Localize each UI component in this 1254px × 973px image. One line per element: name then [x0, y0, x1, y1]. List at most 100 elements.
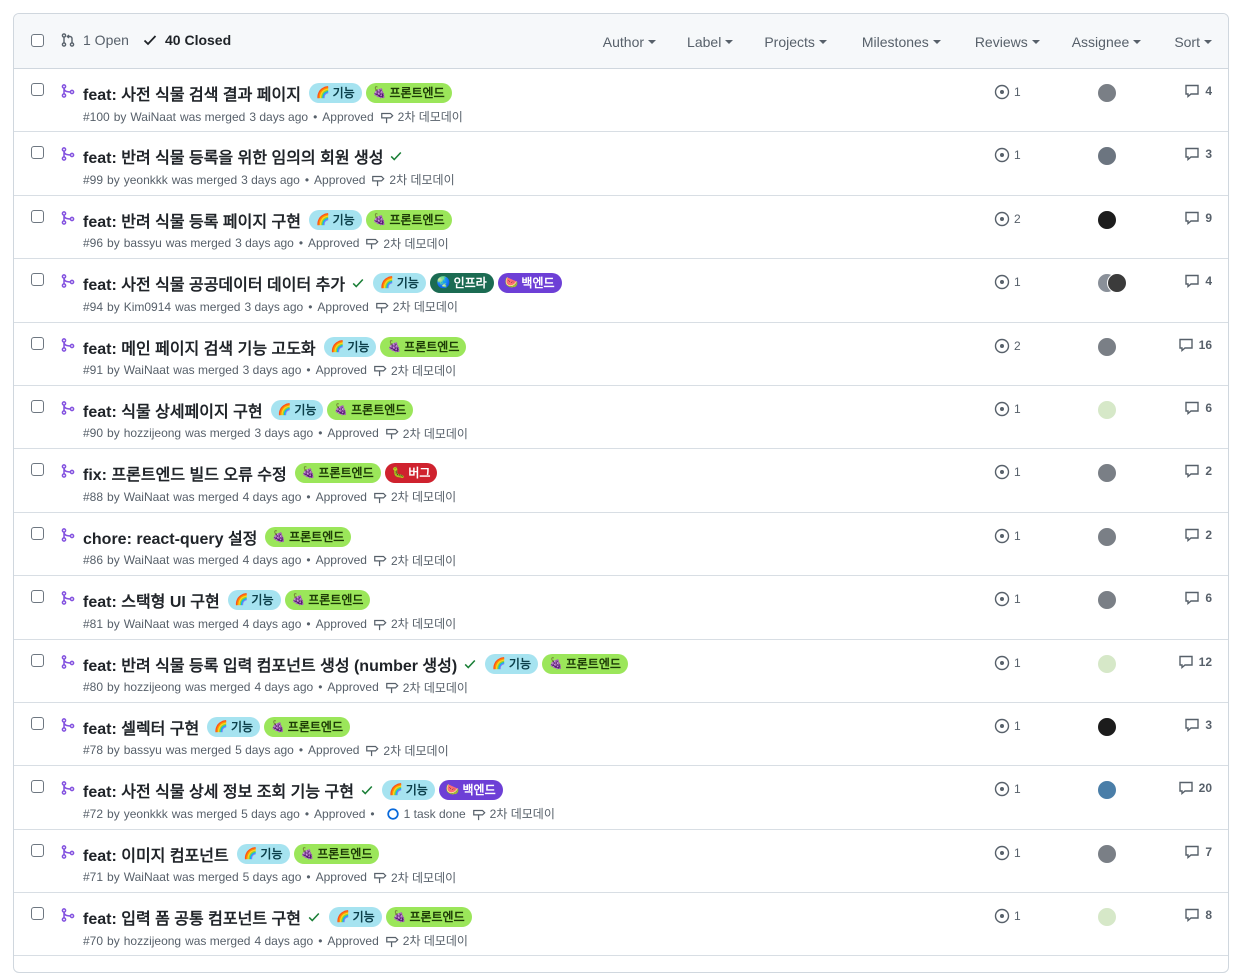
row-checkbox[interactable]: [31, 273, 44, 287]
avatar[interactable]: [1097, 907, 1117, 928]
assignee-filter[interactable]: Assignee: [1072, 34, 1142, 50]
milestone-link[interactable]: 2차 데모데이: [403, 679, 468, 696]
milestone-link[interactable]: 2차 데모데이: [393, 298, 458, 315]
linked-reviews[interactable]: 1: [994, 845, 1021, 861]
row-checkbox[interactable]: [31, 463, 44, 477]
label-frontend[interactable]: 🍇 프론트엔드: [542, 653, 628, 674]
linked-reviews[interactable]: 1: [994, 274, 1021, 290]
comments-link[interactable]: 6: [1184, 400, 1212, 416]
pr-title-link[interactable]: feat: 사전 식물 공공데이터 데이터 추가: [83, 271, 345, 295]
linked-reviews[interactable]: 1: [994, 781, 1021, 797]
comments-link[interactable]: 2: [1184, 527, 1212, 543]
comments-link[interactable]: 20: [1178, 780, 1212, 796]
author-link[interactable]: WaiNaat: [124, 553, 170, 567]
status-check-icon[interactable]: [351, 276, 365, 290]
pr-title-link[interactable]: feat: 사전 식물 검색 결과 페이지: [83, 81, 301, 105]
label-feature[interactable]: 🌈 기능: [373, 273, 426, 294]
label-backend[interactable]: 🍉 백엔드: [497, 273, 562, 294]
milestone-link[interactable]: 2차 데모데이: [389, 171, 454, 188]
avatar[interactable]: [1097, 843, 1117, 864]
table-row[interactable]: feat: 사전 식물 상세 정보 조회 기능 구현 🌈 기능 🍉 백엔드 #72 b…: [14, 766, 1228, 830]
label-frontend[interactable]: 🍇 프론트엔드: [264, 716, 350, 737]
row-checkbox[interactable]: [31, 146, 44, 160]
linked-reviews[interactable]: 1: [994, 718, 1021, 734]
milestone-link[interactable]: 2차 데모데이: [490, 805, 555, 822]
author-link[interactable]: WaiNaat: [130, 110, 176, 124]
label-frontend[interactable]: 🍇 프론트엔드: [265, 526, 352, 547]
pr-title-link[interactable]: feat: 반려 식물 등록 페이지 구현: [83, 208, 301, 232]
author-link[interactable]: bassyu: [124, 236, 162, 250]
label-feature[interactable]: 🌈 기능: [236, 843, 290, 864]
review-status[interactable]: Approved: [317, 300, 368, 314]
label-infra[interactable]: 🌏 인프라: [429, 273, 494, 294]
table-row[interactable]: feat: 스택형 UI 구현 🌈 기능 🍇 프론트엔드 #81 by WaiNaat…: [14, 576, 1228, 640]
closed-filter-link[interactable]: 40 Closed: [142, 32, 231, 48]
avatar[interactable]: [1097, 83, 1117, 103]
linked-reviews[interactable]: 1: [994, 655, 1021, 671]
review-status[interactable]: Approved: [316, 490, 367, 504]
label-frontend[interactable]: 🍇 프론트엔드: [365, 83, 452, 103]
milestone-link[interactable]: 2차 데모데이: [391, 362, 456, 379]
pr-title-link[interactable]: chore: react-query 설정: [83, 525, 257, 549]
open-filter-link[interactable]: 1 Open: [60, 32, 129, 48]
sort-filter[interactable]: Sort: [1174, 34, 1212, 50]
linked-reviews[interactable]: 1: [994, 528, 1021, 544]
author-link[interactable]: WaiNaat: [124, 363, 170, 377]
avatar[interactable]: [1097, 780, 1117, 801]
milestones-filter[interactable]: Milestones: [862, 34, 941, 50]
comments-link[interactable]: 2: [1184, 463, 1212, 479]
row-checkbox[interactable]: [31, 526, 44, 540]
row-checkbox[interactable]: [31, 209, 44, 223]
linked-reviews[interactable]: 1: [994, 464, 1021, 480]
review-status[interactable]: Approved: [316, 363, 367, 377]
row-checkbox[interactable]: [31, 780, 44, 794]
status-check-icon[interactable]: [389, 149, 403, 163]
author-link[interactable]: WaiNaat: [124, 870, 170, 884]
label-frontend[interactable]: 🍇 프론트엔드: [294, 463, 381, 484]
comments-link[interactable]: 9: [1184, 210, 1212, 226]
status-check-icon[interactable]: [463, 657, 477, 671]
label-frontend[interactable]: 🍇 프론트엔드: [327, 399, 414, 420]
review-status[interactable]: Approved: [316, 553, 367, 567]
reviews-filter[interactable]: Reviews: [975, 34, 1040, 50]
author-link[interactable]: hozzijeong: [124, 934, 181, 948]
pr-title-link[interactable]: feat: 사전 식물 상세 정보 조회 기능 구현: [83, 778, 354, 802]
milestone-link[interactable]: 2차 데모데이: [383, 235, 448, 252]
select-all-checkbox[interactable]: [31, 34, 44, 47]
row-checkbox[interactable]: [31, 336, 44, 350]
pr-title-link[interactable]: feat: 입력 폼 공통 컴포넌트 구현: [83, 905, 301, 929]
milestone-link[interactable]: 2차 데모데이: [391, 488, 456, 505]
label-feature[interactable]: 🌈 기능: [270, 399, 324, 420]
label-frontend[interactable]: 🍇 프론트엔드: [293, 843, 380, 864]
review-status[interactable]: Approved: [308, 743, 359, 757]
avatar[interactable]: [1097, 209, 1117, 230]
avatar[interactable]: [1097, 653, 1117, 674]
label-feature[interactable]: 🌈 기능: [308, 209, 362, 230]
table-row[interactable]: feat: 입력 폼 공통 컴포넌트 구현 🌈 기능 🍇 프론트엔드 #70 by h…: [14, 893, 1228, 957]
label-feature[interactable]: 🌈 기능: [485, 653, 538, 674]
table-row[interactable]: feat: 사전 식물 공공데이터 데이터 추가 🌈 기능 🌏 인프라 🍉 백엔드 #94…: [14, 259, 1228, 323]
review-status[interactable]: Approved: [308, 236, 359, 250]
table-row[interactable]: feat: 메인 페이지 검색 기능 고도화 🌈 기능 🍇 프론트엔드 #91 by …: [14, 323, 1228, 386]
comments-link[interactable]: 4: [1184, 273, 1212, 289]
row-checkbox[interactable]: [31, 83, 44, 96]
projects-filter[interactable]: Projects: [764, 34, 827, 50]
row-checkbox[interactable]: [31, 590, 44, 604]
review-status[interactable]: Approved: [314, 173, 365, 187]
milestone-link[interactable]: 2차 데모데이: [398, 108, 463, 125]
linked-reviews[interactable]: 1: [994, 147, 1021, 163]
label-feature[interactable]: 🌈 기능: [308, 83, 362, 103]
row-checkbox[interactable]: [31, 843, 44, 857]
label-feature[interactable]: 🌈 기능: [323, 336, 377, 357]
comments-link[interactable]: 8: [1184, 907, 1212, 923]
table-row[interactable]: feat: 반려 식물 등록 입력 컴포넌트 생성 (number 생성) 🌈 기…: [14, 640, 1228, 703]
table-row[interactable]: feat: 식물 상세페이지 구현 🌈 기능 🍇 프론트엔드 #90 by hozzi…: [14, 386, 1228, 450]
linked-reviews[interactable]: 1: [994, 591, 1021, 607]
review-status[interactable]: Approved: [314, 807, 365, 821]
label-filter[interactable]: Label: [687, 34, 734, 50]
author-link[interactable]: yeonkkk: [124, 173, 168, 187]
pr-title-link[interactable]: feat: 메인 페이지 검색 기능 고도화: [83, 335, 316, 359]
milestone-link[interactable]: 2차 데모데이: [383, 742, 448, 759]
linked-reviews[interactable]: 2: [994, 338, 1021, 354]
author-filter[interactable]: Author: [603, 34, 657, 50]
